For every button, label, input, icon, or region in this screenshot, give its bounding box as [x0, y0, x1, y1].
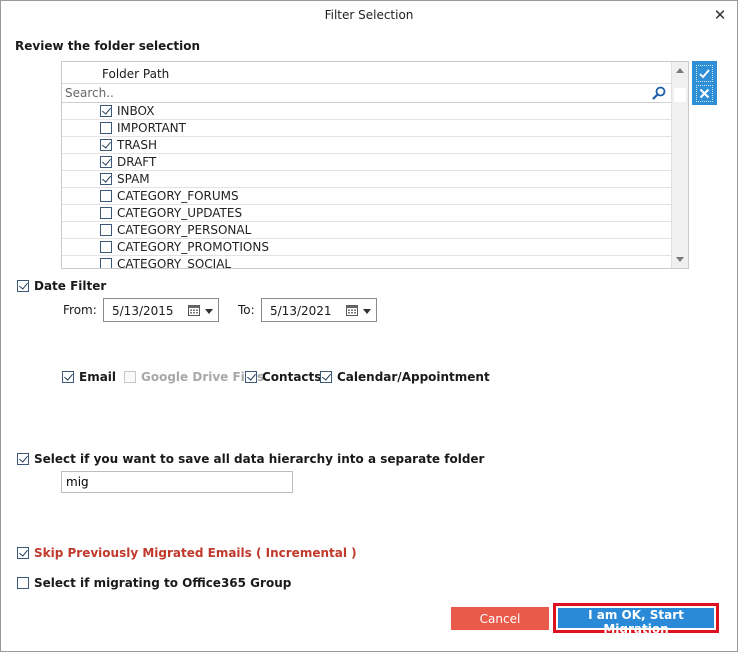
folder-checkbox[interactable]	[100, 207, 112, 219]
folder-row[interactable]: CATEGORY_PERSONAL	[62, 222, 671, 239]
deselect-all-button[interactable]	[696, 85, 713, 102]
folder-row[interactable]: CATEGORY_PROMOTIONS	[62, 239, 671, 256]
grid-header: Folder Path	[62, 62, 671, 84]
calendar-icon[interactable]	[346, 304, 358, 316]
from-label: From:	[63, 303, 97, 317]
folder-row[interactable]: CATEGORY_FORUMS	[62, 188, 671, 205]
date-filter-checkbox[interactable]	[17, 280, 29, 292]
filter-selection-dialog: Filter Selection ✕ Review the folder sel…	[0, 0, 738, 652]
hierarchy-option[interactable]: Select if you want to save all data hier…	[17, 452, 484, 466]
scroll-down-icon[interactable]	[676, 257, 684, 262]
folder-checkbox[interactable]	[100, 224, 112, 236]
from-date-picker[interactable]: 5/13/2015	[103, 298, 219, 322]
google-drive-checkbox	[124, 371, 136, 383]
folder-name: IMPORTANT	[117, 121, 186, 135]
folder-name: CATEGORY_PERSONAL	[117, 223, 252, 237]
close-icon[interactable]: ✕	[711, 6, 729, 24]
folder-row[interactable]: INBOX	[62, 103, 671, 120]
dialog-title: Filter Selection	[324, 8, 414, 22]
folder-search-input[interactable]	[65, 85, 645, 101]
folder-path-column-header[interactable]: Folder Path	[102, 67, 169, 81]
chevron-down-icon[interactable]	[363, 309, 371, 314]
folder-name: INBOX	[117, 104, 155, 118]
calendar-label: Calendar/Appointment	[337, 370, 490, 384]
title-bar: Filter Selection ✕	[1, 1, 737, 31]
hierarchy-folder-name-input[interactable]	[61, 471, 293, 493]
folder-checkbox[interactable]	[100, 105, 112, 117]
folder-row[interactable]: TRASH	[62, 137, 671, 154]
email-option[interactable]: Email	[62, 370, 116, 384]
folder-checkbox[interactable]	[100, 139, 112, 151]
folder-row[interactable]: CATEGORY_SOCIAL	[62, 256, 671, 269]
date-filter-toggle[interactable]: Date Filter	[17, 279, 106, 293]
folder-name: SPAM	[117, 172, 150, 186]
select-all-button[interactable]	[696, 65, 713, 82]
deselect-all-icon	[699, 88, 710, 99]
folder-checkbox[interactable]	[100, 122, 112, 134]
office365-group-label: Select if migrating to Office365 Group	[34, 576, 292, 590]
folder-list-scrollbar[interactable]	[671, 62, 688, 268]
to-date-picker[interactable]: 5/13/2021	[261, 298, 377, 322]
folder-row[interactable]: CATEGORY_UPDATES	[62, 205, 671, 222]
to-label: To:	[238, 303, 255, 317]
folder-name: CATEGORY_SOCIAL	[117, 257, 232, 269]
cancel-button[interactable]: Cancel	[451, 607, 549, 630]
to-date-value: 5/13/2021	[270, 304, 332, 318]
folder-name: DRAFT	[117, 155, 157, 169]
grid-search-row	[62, 84, 671, 103]
chevron-down-icon[interactable]	[205, 309, 213, 314]
scroll-up-icon[interactable]	[676, 68, 684, 73]
hierarchy-label: Select if you want to save all data hier…	[34, 452, 485, 466]
scroll-thumb[interactable]	[674, 88, 686, 102]
email-checkbox[interactable]	[62, 371, 74, 383]
folder-checkbox[interactable]	[100, 190, 112, 202]
folder-checkbox[interactable]	[100, 156, 112, 168]
folder-list: INBOX IMPORTANT TRASH DRAFT SPAM CATEGORY_FOR…	[62, 103, 671, 269]
folder-section-heading: Review the folder selection	[15, 39, 200, 53]
start-migration-highlight: I am OK, Start Migration	[553, 603, 719, 636]
folder-checkbox[interactable]	[100, 241, 112, 253]
contacts-option[interactable]: Contacts	[245, 370, 321, 384]
calendar-icon[interactable]	[188, 304, 200, 316]
folder-name: CATEGORY_FORUMS	[117, 189, 239, 203]
folder-name: TRASH	[117, 138, 158, 152]
contacts-label: Contacts	[262, 370, 322, 384]
hierarchy-checkbox[interactable]	[17, 453, 29, 465]
incremental-option[interactable]: Skip Previously Migrated Emails ( Increm…	[17, 546, 357, 560]
calendar-checkbox[interactable]	[320, 371, 332, 383]
search-icon[interactable]	[652, 86, 666, 100]
incremental-checkbox[interactable]	[17, 547, 29, 559]
incremental-label: Skip Previously Migrated Emails ( Increm…	[34, 546, 357, 560]
start-migration-button[interactable]: I am OK, Start Migration	[558, 608, 714, 636]
from-date-value: 5/13/2015	[112, 304, 174, 318]
contacts-checkbox[interactable]	[245, 371, 257, 383]
folder-name: CATEGORY_PROMOTIONS	[117, 240, 269, 254]
folder-side-toolbar	[692, 61, 717, 105]
office365-group-option[interactable]: Select if migrating to Office365 Group	[17, 576, 291, 590]
folder-checkbox[interactable]	[100, 173, 112, 185]
folder-grid: Folder Path INBOX IMPORTANT TRASH DRAFT SPAM…	[61, 61, 689, 269]
select-all-icon	[699, 69, 710, 79]
office365-group-checkbox[interactable]	[17, 577, 29, 589]
folder-row[interactable]: SPAM	[62, 171, 671, 188]
email-label: Email	[79, 370, 117, 384]
date-filter-label: Date Filter	[34, 279, 107, 293]
google-drive-option: Google Drive Files	[124, 370, 264, 384]
folder-checkbox[interactable]	[100, 258, 112, 268]
calendar-option[interactable]: Calendar/Appointment	[320, 370, 490, 384]
folder-name: CATEGORY_UPDATES	[117, 206, 243, 220]
folder-row[interactable]: IMPORTANT	[62, 120, 671, 137]
folder-row[interactable]: DRAFT	[62, 154, 671, 171]
